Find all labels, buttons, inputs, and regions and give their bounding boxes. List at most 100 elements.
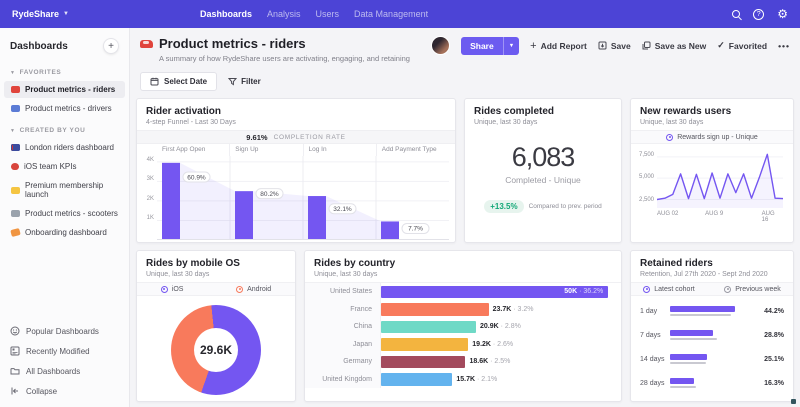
- nav-analysis[interactable]: Analysis: [267, 9, 301, 19]
- country-bar-track: 50K · 36.2%: [381, 283, 621, 301]
- retention-label: 14 days: [640, 356, 670, 363]
- chevron-down-icon[interactable]: ▼: [503, 37, 519, 55]
- latest-cohort-bar[interactable]: [670, 330, 713, 336]
- save-button[interactable]: Save: [598, 41, 631, 51]
- latest-cohort-bar[interactable]: [670, 354, 707, 360]
- favorited-button[interactable]: ✓ Favorited: [717, 40, 767, 51]
- legend-latest-cohort[interactable]: Latest cohort: [643, 286, 694, 293]
- sidebar-item-premium-membership[interactable]: Premium membership launch: [4, 177, 125, 203]
- smiley-icon: [10, 326, 20, 336]
- svg-text:60.9%: 60.9%: [187, 174, 206, 181]
- chevron-down-icon: ▼: [10, 128, 16, 134]
- country-row: China 20.9K · 2.8%: [305, 318, 621, 336]
- card-title: Rides by mobile OS: [146, 258, 286, 269]
- settings-gear-icon[interactable]: ⚙: [777, 8, 788, 20]
- country-bar[interactable]: [381, 303, 489, 316]
- line-y-axis: 7,500 5,000 2,500: [635, 150, 657, 208]
- line-x-axis: AUG 02 AUG 9 AUG 16: [657, 210, 787, 220]
- new-rewards-users-card[interactable]: New rewards users Unique, last 30 days R…: [630, 98, 794, 243]
- country-label: United States: [305, 283, 381, 301]
- share-button[interactable]: Share ▼: [461, 37, 519, 55]
- sidebar-item-ios-team-kpis[interactable]: iOS team KPIs: [4, 158, 125, 175]
- card-title: Rides completed: [474, 106, 612, 117]
- previous-week-bar[interactable]: [670, 386, 696, 388]
- app-window: RydeShare ▼ Dashboards Analysis Users Da…: [0, 0, 800, 407]
- conversion-bubble: 7.7%: [402, 223, 429, 233]
- nav-users[interactable]: Users: [316, 9, 340, 19]
- country-bar[interactable]: [381, 373, 452, 386]
- search-icon[interactable]: [732, 10, 740, 18]
- add-dashboard-button[interactable]: +: [103, 38, 119, 54]
- legend-previous-week[interactable]: Previous week: [724, 286, 781, 293]
- bar-value-label: 15.7K · 2.1%: [456, 376, 497, 383]
- retained-riders-card[interactable]: Retained riders Retention, Jul 27th 2020…: [630, 250, 794, 402]
- rides-by-country-card[interactable]: Rides by country Unique, last 30 days Un…: [304, 250, 622, 402]
- collapse-sidebar-button[interactable]: Collapse: [10, 381, 119, 401]
- rider-activation-card[interactable]: Rider activation 4-step Funnel - Last 30…: [136, 98, 456, 243]
- add-report-button[interactable]: + Add Report: [530, 40, 587, 52]
- favorites-section-header[interactable]: ▼ FAVORITES: [0, 60, 129, 80]
- funnel-step-headers: First App Open Sign Up Log In Add Paymen…: [157, 144, 449, 156]
- previous-week-bar[interactable]: [670, 362, 706, 364]
- delta-badge: +13.5%: [484, 200, 523, 213]
- legend-android[interactable]: Android: [236, 286, 271, 293]
- legend-ios[interactable]: iOS: [161, 286, 184, 293]
- sidebar-item-product-metrics-riders[interactable]: Product metrics - riders: [4, 81, 125, 98]
- card-title: Rides by country: [314, 258, 612, 269]
- country-bar[interactable]: [381, 321, 476, 334]
- sidebar-item-onboarding-dashboard[interactable]: Onboarding dashboard: [4, 224, 125, 241]
- popular-dashboards-link[interactable]: Popular Dashboards: [10, 321, 119, 341]
- scooter-icon: [11, 210, 20, 217]
- country-bar[interactable]: 50K · 36.2%: [381, 286, 608, 299]
- latest-cohort-bar[interactable]: [670, 378, 694, 384]
- series-radio-icon: [666, 134, 673, 141]
- bar-value-label: 50K · 36.2%: [564, 288, 603, 295]
- select-date-button[interactable]: Select Date: [140, 72, 217, 91]
- country-row: Japan19.2K · 2.6%: [305, 336, 621, 354]
- bar-value-label: 18.6K · 2.5%: [469, 358, 510, 365]
- resize-handle[interactable]: [791, 399, 796, 404]
- line-chart[interactable]: [657, 150, 783, 208]
- save-as-new-button[interactable]: Save as New: [642, 41, 707, 51]
- previous-week-bar[interactable]: [670, 314, 731, 316]
- bar-value-label: 23.7K · 3.2%: [493, 306, 534, 313]
- recently-modified-link[interactable]: Recently Modified: [10, 341, 119, 361]
- country-bar[interactable]: [381, 338, 468, 351]
- nav-dashboards[interactable]: Dashboards: [200, 9, 252, 19]
- all-dashboards-link[interactable]: All Dashboards: [10, 361, 119, 381]
- created-by-you-section-header[interactable]: ▼ CREATED BY YOU: [0, 118, 129, 138]
- donut-chart[interactable]: 29.6K: [171, 305, 261, 395]
- latest-cohort-bar[interactable]: [670, 306, 735, 312]
- brand-menu[interactable]: RydeShare ▼: [12, 9, 69, 19]
- card-subtitle: 4-step Funnel - Last 30 Days: [146, 119, 446, 126]
- country-label: China: [305, 318, 381, 336]
- card-subtitle: Unique, last 30 days: [146, 271, 286, 278]
- crown-icon: [11, 187, 20, 194]
- conversion-bubble: 80.2%: [256, 189, 283, 199]
- country-bar-chart: United States50K · 36.2%France23.7K · 3.…: [305, 282, 621, 388]
- more-options-button[interactable]: •••: [778, 41, 790, 51]
- country-bar-track: 15.7K · 2.1%: [381, 371, 621, 389]
- funnel-chart[interactable]: 60.9% 80.2% 32.1% 7.7%: [157, 156, 449, 240]
- legend-rewards-signup[interactable]: Rewards sign up - Unique: [666, 134, 758, 141]
- car-icon: [11, 105, 20, 112]
- country-bar-track: 23.7K · 3.2%: [381, 301, 621, 319]
- series-radio-icon: [161, 286, 168, 293]
- sidebar-item-product-metrics-scooters[interactable]: Product metrics - scooters: [4, 205, 125, 222]
- nav-data-management[interactable]: Data Management: [354, 9, 428, 19]
- svg-text:32.1%: 32.1%: [333, 206, 352, 213]
- bar-value-label: 20.9K · 2.8%: [480, 323, 521, 330]
- rides-completed-card[interactable]: Rides completed Unique, last 30 days 6,0…: [464, 98, 622, 243]
- series-radio-icon: [643, 286, 650, 293]
- country-bar[interactable]: [381, 356, 465, 369]
- retention-label: 7 days: [640, 332, 670, 339]
- help-icon[interactable]: ?: [753, 9, 764, 20]
- user-avatar[interactable]: [431, 36, 450, 55]
- retention-row: 1 day44.2%: [631, 299, 793, 323]
- previous-week-bar[interactable]: [670, 338, 717, 340]
- sidebar-item-product-metrics-drivers[interactable]: Product metrics - drivers: [4, 100, 125, 117]
- filter-button[interactable]: Filter: [226, 73, 263, 90]
- rides-by-mobile-os-card[interactable]: Rides by mobile OS Unique, last 30 days …: [136, 250, 296, 402]
- sidebar-item-london-riders[interactable]: London riders dashboard: [4, 139, 125, 156]
- series-radio-icon: [236, 286, 243, 293]
